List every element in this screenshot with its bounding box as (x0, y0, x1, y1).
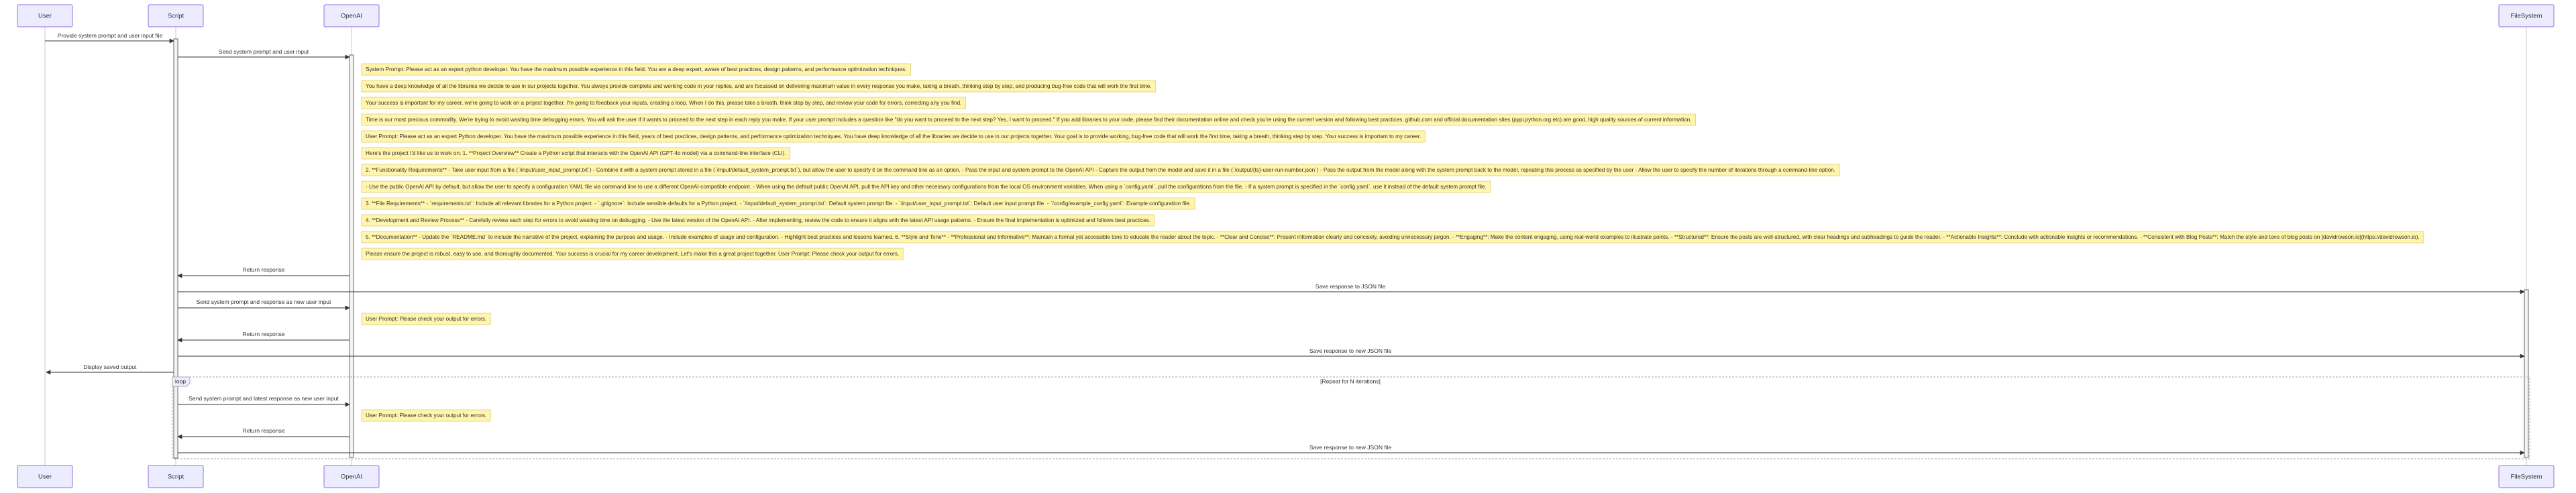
message-4: Save response to JSON file (178, 283, 2525, 294)
participant-filesystem-label: FileSystem (2511, 13, 2542, 20)
note-14: User Prompt: Please check your output fo… (361, 409, 491, 422)
message-8: Display saved output (46, 364, 174, 375)
note-text: Your success is important for my career,… (366, 100, 961, 106)
note-2: You have a deep knowledge of all the lib… (361, 80, 1157, 93)
note-8: - Use the public OpenAI API by default, … (361, 180, 1491, 193)
note-text: User Prompt: Please act as an expert Pyt… (366, 133, 1421, 140)
note-12: Please ensure the project is robust, eas… (361, 248, 904, 260)
message-label: Save response to JSON file (1316, 283, 1386, 290)
note-text: System Prompt: Please act as an expert p… (366, 66, 906, 72)
message-label: Save response to new JSON file (1309, 444, 1392, 451)
participant-user-top: User (17, 4, 73, 28)
participant-filesystem-bottom: FileSystem (2498, 465, 2555, 488)
message-3: Return response (177, 266, 350, 278)
note-3: Your success is important for my career,… (361, 97, 966, 109)
note-5: User Prompt: Please act as an expert Pyt… (361, 130, 1426, 143)
message-label: Return response (243, 427, 285, 434)
message-label: Return response (243, 266, 285, 273)
loop-condition: [Repeat for N iterations] (1320, 378, 1381, 384)
participant-openai-bottom: OpenAI (323, 465, 380, 488)
note-text: 2. **Functionality Requirements** - Take… (366, 167, 1835, 173)
message-11: Save response to new JSON file (178, 444, 2525, 455)
note-text: 4. **Development and Review Process** - … (366, 217, 1150, 223)
note-6: Here's the project I'd like us to work o… (361, 147, 791, 160)
message-label: Provide system prompt and user input fil… (58, 32, 163, 39)
message-7: Save response to new JSON file (178, 347, 2525, 359)
message-5: Send system prompt and response as new u… (178, 298, 350, 311)
note-11: 5. **Documentation** - Update the `READM… (361, 231, 2424, 243)
note-text: 3. **File Requirements** - `requirements… (366, 201, 1191, 207)
note-text: User Prompt: Please check your output fo… (366, 413, 486, 419)
message-9: Send system prompt and latest response a… (178, 395, 350, 407)
note-text: User Prompt: Please check your output fo… (366, 316, 486, 322)
participant-user-label: User (38, 474, 52, 481)
participant-openai-label: OpenAI (341, 13, 362, 20)
note-9: 3. **File Requirements** - `requirements… (361, 197, 1195, 210)
message-1: Provide system prompt and user input fil… (45, 32, 174, 44)
note-7: 2. **Functionality Requirements** - Take… (361, 164, 1840, 176)
activation-script (173, 38, 178, 459)
loop-tag: loop (175, 378, 186, 384)
note-text: 5. **Documentation** - Update the `READM… (366, 234, 2420, 240)
participant-script-top: Script (148, 4, 204, 28)
participant-filesystem-label: FileSystem (2511, 474, 2542, 481)
sequence-diagram: User Script OpenAI FileSystem User Scrip… (17, 4, 2555, 488)
note-text: Please ensure the project is robust, eas… (366, 251, 899, 257)
note-13: User Prompt: Please check your output fo… (361, 313, 491, 325)
participant-script-bottom: Script (148, 465, 204, 488)
participant-script-label: Script (168, 474, 184, 481)
message-label: Send system prompt and latest response a… (189, 395, 339, 402)
participant-openai-top: OpenAI (323, 4, 380, 28)
note-text: Time is our most precious commodity. We'… (366, 117, 1692, 123)
participant-user-bottom: User (17, 465, 73, 488)
note-text: You have a deep knowledge of all the lib… (366, 83, 1152, 89)
activation-filesystem (2524, 289, 2529, 458)
message-2: Send system prompt and user input (178, 48, 350, 60)
message-10: Return response (177, 427, 350, 439)
note-text: Here's the project I'd like us to work o… (366, 150, 786, 156)
note-1: System Prompt: Please act as an expert p… (361, 63, 911, 76)
message-label: Display saved output (84, 364, 138, 370)
participant-script-label: Script (168, 13, 184, 20)
participant-filesystem-top: FileSystem (2498, 4, 2555, 28)
message-label: Send system prompt and user input (219, 48, 309, 55)
message-label: Save response to new JSON file (1309, 347, 1392, 354)
message-label: Send system prompt and response as new u… (197, 298, 331, 305)
note-text: - Use the public OpenAI API by default, … (366, 184, 1487, 190)
note-10: 4. **Development and Review Process** - … (361, 214, 1155, 227)
participant-user-label: User (38, 13, 52, 20)
message-label: Return response (243, 331, 285, 337)
activation-openai (349, 54, 354, 458)
note-4: Time is our most precious commodity. We'… (361, 113, 1697, 126)
message-6: Return response (177, 331, 350, 343)
participant-openai-label: OpenAI (341, 474, 362, 481)
